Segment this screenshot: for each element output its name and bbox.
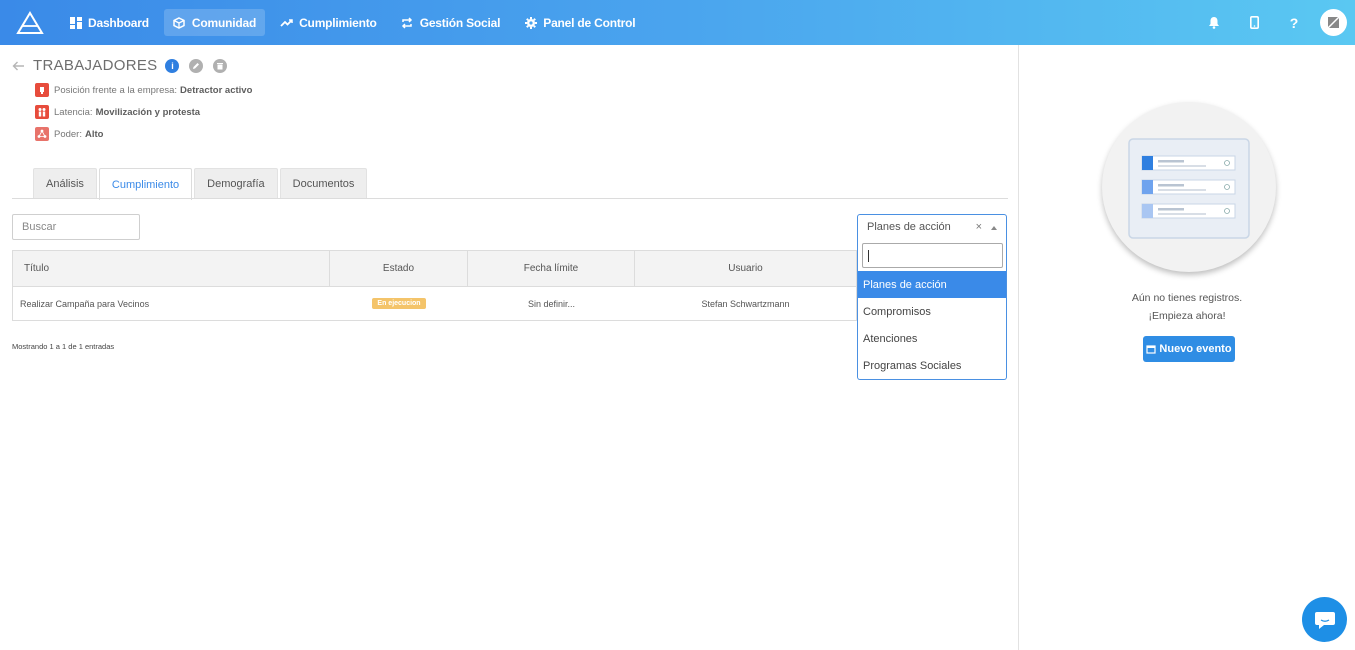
th-estado[interactable]: Estado (330, 251, 468, 286)
page-title: TRABAJADORES (33, 57, 158, 74)
nav-cumplimiento[interactable]: Cumplimiento (271, 9, 386, 36)
th-usuario[interactable]: Usuario (635, 251, 856, 286)
edit-icon[interactable] (189, 58, 204, 73)
new-event-label: Nuevo evento (1159, 343, 1232, 355)
option-programas[interactable]: Programas Sociales (858, 352, 1006, 379)
clear-icon[interactable]: × (976, 221, 982, 233)
nav-dashboard[interactable]: Dashboard (60, 9, 158, 36)
top-navbar: Dashboard Comunidad Cumplimiento Gestión… (0, 0, 1355, 45)
tab-bar: Análisis Cumplimiento Demografía Documen… (33, 168, 369, 200)
attr-latencia: Latencia: Movilización y protesta (35, 105, 200, 119)
chat-button[interactable] (1302, 597, 1347, 642)
nav-gestion-social[interactable]: Gestión Social (392, 9, 510, 36)
attr-poder-label: Poder: (54, 128, 82, 140)
avatar[interactable] (1320, 9, 1347, 36)
nav-gestion-social-label: Gestión Social (419, 15, 501, 30)
logo-icon (16, 10, 44, 34)
cell-titulo: Realizar Campaña para Vecinos (20, 298, 150, 309)
panel-divider (1018, 45, 1019, 650)
gear-icon (524, 16, 537, 29)
nav-comunidad-label: Comunidad (191, 15, 257, 30)
nav-cumplimiento-label: Cumplimiento (299, 15, 377, 30)
tab-cumplimiento[interactable]: Cumplimiento (98, 168, 193, 200)
th-fecha[interactable]: Fecha límite (468, 251, 635, 286)
empty-text-line2: ¡Empieza ahora! (1148, 310, 1226, 322)
search-input[interactable]: Buscar (12, 214, 140, 240)
cube-icon (173, 16, 186, 29)
trend-icon (280, 16, 293, 29)
cell-fecha: Sin definir... (527, 298, 576, 309)
nav-dashboard-label: Dashboard (88, 15, 149, 30)
type-select-value: Planes de acción (867, 221, 951, 233)
th-titulo[interactable]: Título (13, 251, 330, 286)
tab-documentos[interactable]: Documentos (279, 168, 368, 199)
status-badge: En ejecucion (372, 298, 426, 309)
no-image-icon (1327, 16, 1340, 29)
back-arrow-icon[interactable] (12, 58, 25, 74)
nav-comunidad[interactable]: Comunidad (163, 9, 266, 36)
bell-icon[interactable] (1194, 0, 1234, 45)
table-row[interactable]: Realizar Campaña para Vecinos En ejecuci… (13, 287, 856, 320)
hand-icon (35, 83, 49, 97)
network-icon (35, 127, 49, 141)
calendar-icon (1146, 345, 1157, 354)
title-row: TRABAJADORES i (12, 57, 237, 74)
top-right-actions: ? (1194, 0, 1347, 45)
entries-info: Mostrando 1 a 1 de 1 entradas (12, 342, 115, 351)
dropdown-search-input[interactable] (862, 243, 1003, 268)
attr-posicion: Posición frente a la empresa: Detractor … (35, 83, 252, 97)
info-icon[interactable]: i (165, 58, 180, 73)
mobile-icon[interactable] (1234, 0, 1274, 45)
cell-estado: En ejecucion (330, 287, 468, 320)
cell-usuario: Stefan Schwartzmann (701, 298, 790, 309)
option-compromisos[interactable]: Compromisos (858, 298, 1006, 325)
text-cursor (868, 250, 869, 262)
tab-analisis[interactable]: Análisis (33, 168, 97, 199)
type-dropdown: Planes de acción Compromisos Atenciones … (857, 239, 1007, 380)
help-icon[interactable]: ? (1274, 0, 1314, 45)
nav-panel-control-label: Panel de Control (543, 15, 636, 30)
attr-posicion-value: Detractor activo (180, 84, 253, 96)
list-illustration-icon (1128, 138, 1250, 239)
attr-posicion-label: Posición frente a la empresa: (54, 84, 178, 96)
empty-text-line1: Aún no tienes registros. (1131, 292, 1243, 304)
table-header: Título Estado Fecha límite Usuario (13, 251, 856, 287)
compliance-table: Título Estado Fecha límite Usuario Reali… (12, 250, 857, 321)
type-select[interactable]: Planes de acción × (857, 214, 1007, 240)
empty-illustration (1102, 102, 1276, 272)
delete-icon[interactable] (213, 58, 228, 73)
nav-panel-control[interactable]: Panel de Control (515, 9, 644, 36)
attr-latencia-label: Latencia: (54, 106, 93, 118)
chat-icon (1314, 611, 1335, 629)
dashboard-icon (69, 16, 82, 29)
caret-up-icon[interactable] (991, 226, 997, 230)
attr-poder: Poder: Alto (35, 127, 103, 141)
repeat-icon (401, 16, 414, 29)
people-icon (35, 105, 49, 119)
attr-poder-value: Alto (85, 128, 104, 140)
tabs-underline (12, 198, 1008, 199)
attr-latencia-value: Movilización y protesta (95, 106, 201, 118)
logo[interactable] (0, 0, 60, 45)
tab-demografia[interactable]: Demografía (194, 168, 278, 199)
option-planes[interactable]: Planes de acción (858, 271, 1006, 298)
new-event-button[interactable]: Nuevo evento (1143, 336, 1235, 362)
option-atenciones[interactable]: Atenciones (858, 325, 1006, 352)
